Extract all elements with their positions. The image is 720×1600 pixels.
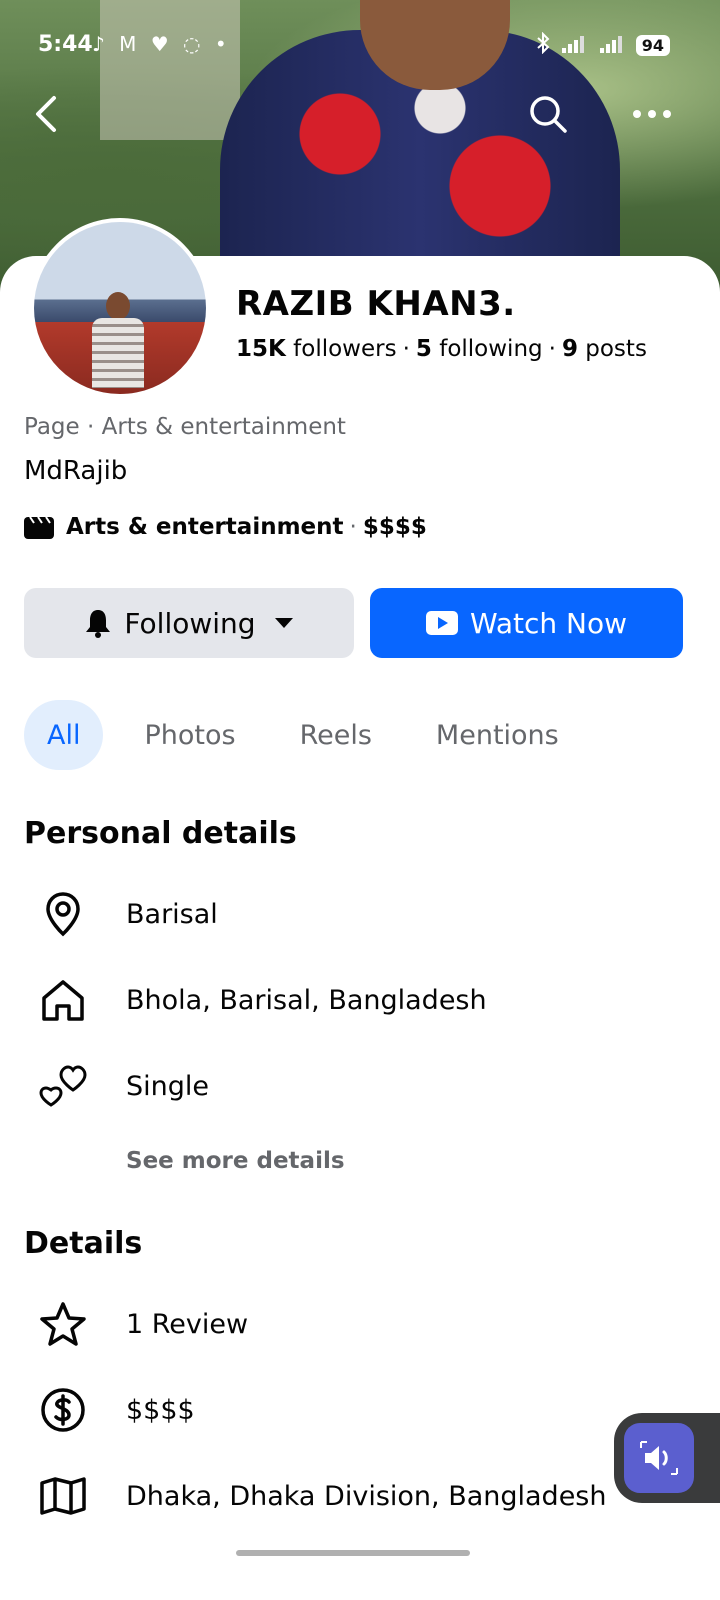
more-button[interactable] xyxy=(628,90,676,138)
posts-label: posts xyxy=(585,336,647,362)
username: MdRajib xyxy=(24,456,128,486)
detail-text: Barisal xyxy=(126,898,218,930)
home-indicator[interactable] xyxy=(236,1550,470,1556)
watch-now-label: Watch Now xyxy=(469,606,628,640)
battery-indicator: 94 xyxy=(635,34,670,56)
status-bar: 5:44 ♪ M ♥ ◌ • 94 xyxy=(0,0,720,92)
see-more-details-link[interactable]: See more details xyxy=(126,1148,345,1174)
dollar-icon xyxy=(24,1387,102,1433)
avatar-person-body xyxy=(92,318,144,388)
posts-count: 9 xyxy=(561,336,578,362)
price-label: $$$$ xyxy=(362,514,427,540)
search-button[interactable] xyxy=(524,90,572,138)
category-label: Arts & entertainment xyxy=(66,514,344,540)
followers-label[interactable]: followers xyxy=(293,336,396,362)
search-icon xyxy=(530,96,567,133)
personal-details-title: Personal details xyxy=(24,816,297,851)
page-category: Page · Arts & entertainment xyxy=(24,414,346,440)
following-count: 5 xyxy=(415,336,432,362)
avatar[interactable] xyxy=(34,222,206,394)
status-right: 94 xyxy=(536,31,670,58)
following-button-label: Following xyxy=(124,606,256,640)
star-icon xyxy=(24,1301,102,1347)
back-button[interactable] xyxy=(22,90,70,138)
detail-row-address[interactable]: Dhaka, Dhaka Division, Bangladesh xyxy=(24,1466,704,1526)
detail-row-location: Barisal xyxy=(24,884,704,944)
followers-count: 15K xyxy=(236,336,286,362)
detail-text: Bhola, Barisal, Bangladesh xyxy=(126,984,487,1016)
profile-name: RAZIB KHAN3. xyxy=(236,284,516,324)
location-pin-icon xyxy=(24,891,102,937)
profile-tabs: All Photos Reels Mentions xyxy=(24,700,600,770)
detail-text: Single xyxy=(126,1070,210,1102)
detail-row-hometown: Bhola, Barisal, Bangladesh xyxy=(24,970,704,1030)
home-icon xyxy=(24,978,102,1022)
bluetooth-icon xyxy=(536,31,550,58)
tab-all[interactable]: All xyxy=(24,700,104,770)
detail-text: Dhaka, Dhaka Division, Bangladesh xyxy=(126,1480,607,1512)
caret-down-icon xyxy=(274,617,294,629)
clapperboard-icon xyxy=(24,515,54,539)
tab-reels[interactable]: Reels xyxy=(277,700,395,770)
details-title: Details xyxy=(24,1226,143,1261)
detail-text: 1 Review xyxy=(126,1308,249,1340)
signal-icon xyxy=(560,32,588,58)
hearts-icon xyxy=(24,1064,102,1108)
tab-photos[interactable]: Photos xyxy=(121,700,258,770)
following-label[interactable]: following xyxy=(439,336,542,362)
notification-icons: ♪ M ♥ ◌ • xyxy=(92,32,231,56)
detail-row-price: $$$$ xyxy=(24,1380,704,1440)
detail-text: $$$$ xyxy=(126,1394,195,1426)
back-arrow-icon xyxy=(36,96,56,132)
volume-icon xyxy=(640,1441,678,1475)
status-time: 5:44 xyxy=(38,32,93,57)
tab-mentions[interactable]: Mentions xyxy=(413,700,582,770)
detail-row-reviews[interactable]: 1 Review xyxy=(24,1294,704,1354)
detail-row-relationship: Single xyxy=(24,1056,704,1116)
signal-icon-2 xyxy=(598,32,626,58)
watch-now-button[interactable]: Watch Now xyxy=(370,588,683,658)
play-video-icon xyxy=(425,611,458,635)
category-row: Arts & entertainment · $$$$ xyxy=(24,514,427,540)
map-icon xyxy=(24,1477,102,1515)
avatar-person-head xyxy=(106,292,130,320)
more-dots-icon xyxy=(633,110,671,118)
bell-icon xyxy=(84,608,112,638)
volume-button[interactable] xyxy=(624,1423,694,1493)
following-button[interactable]: Following xyxy=(24,588,354,658)
profile-stats: 15K followers · 5 following · 9 posts xyxy=(236,336,647,362)
